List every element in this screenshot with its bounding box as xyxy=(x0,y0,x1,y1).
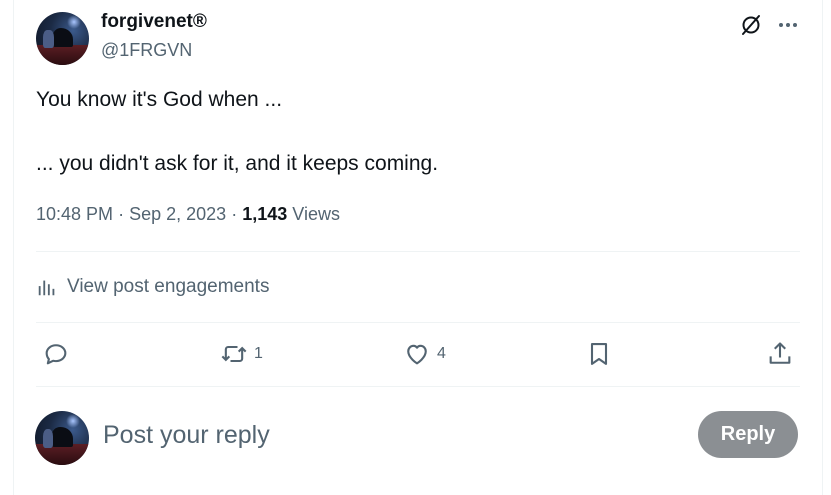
share-button[interactable] xyxy=(766,340,794,368)
heart-icon xyxy=(407,344,427,365)
bookmark-icon xyxy=(590,343,608,365)
repost-count: 1 xyxy=(254,345,263,362)
like-count: 4 xyxy=(437,345,446,362)
engagements-label: View post engagements xyxy=(67,276,270,297)
divider xyxy=(36,386,800,387)
post-text-line: ... you didn't ask for it, and it keeps … xyxy=(36,152,439,175)
post-date[interactable]: Sep 2, 2023 xyxy=(129,204,226,224)
analytics-icon xyxy=(38,280,55,296)
more-icon[interactable] xyxy=(776,13,800,37)
right-border xyxy=(822,0,823,495)
repost-icon xyxy=(221,345,247,363)
left-border xyxy=(13,0,14,495)
author-avatar[interactable] xyxy=(36,12,89,65)
view-engagements-link[interactable]: View post engagements xyxy=(36,275,269,299)
meta-separator: · xyxy=(118,204,125,224)
like-button[interactable]: 4 xyxy=(403,340,446,368)
post-time[interactable]: 10:48 PM xyxy=(36,204,113,224)
share-icon xyxy=(769,342,791,364)
divider xyxy=(36,251,800,252)
current-user-avatar[interactable] xyxy=(35,411,89,465)
views-count: 1,143 xyxy=(242,204,288,224)
post-meta: 10:48 PM · Sep 2, 2023 · 1,143 Views xyxy=(36,204,340,225)
divider xyxy=(36,322,800,323)
post-text-line: You know it's God when ... xyxy=(36,88,283,111)
reply-button[interactable] xyxy=(42,340,76,368)
author-handle[interactable]: @1FRGVN xyxy=(101,40,192,61)
bookmark-button[interactable] xyxy=(585,340,619,368)
views-label: Views xyxy=(292,204,340,224)
reply-submit-button[interactable]: Reply xyxy=(698,411,798,458)
grok-icon[interactable] xyxy=(739,13,763,37)
reply-icon xyxy=(45,344,67,365)
repost-button[interactable]: 1 xyxy=(220,340,263,368)
author-display-name[interactable]: forgivenet® xyxy=(101,11,207,33)
reply-input[interactable]: Post your reply xyxy=(103,421,270,450)
meta-separator: · xyxy=(231,204,238,224)
